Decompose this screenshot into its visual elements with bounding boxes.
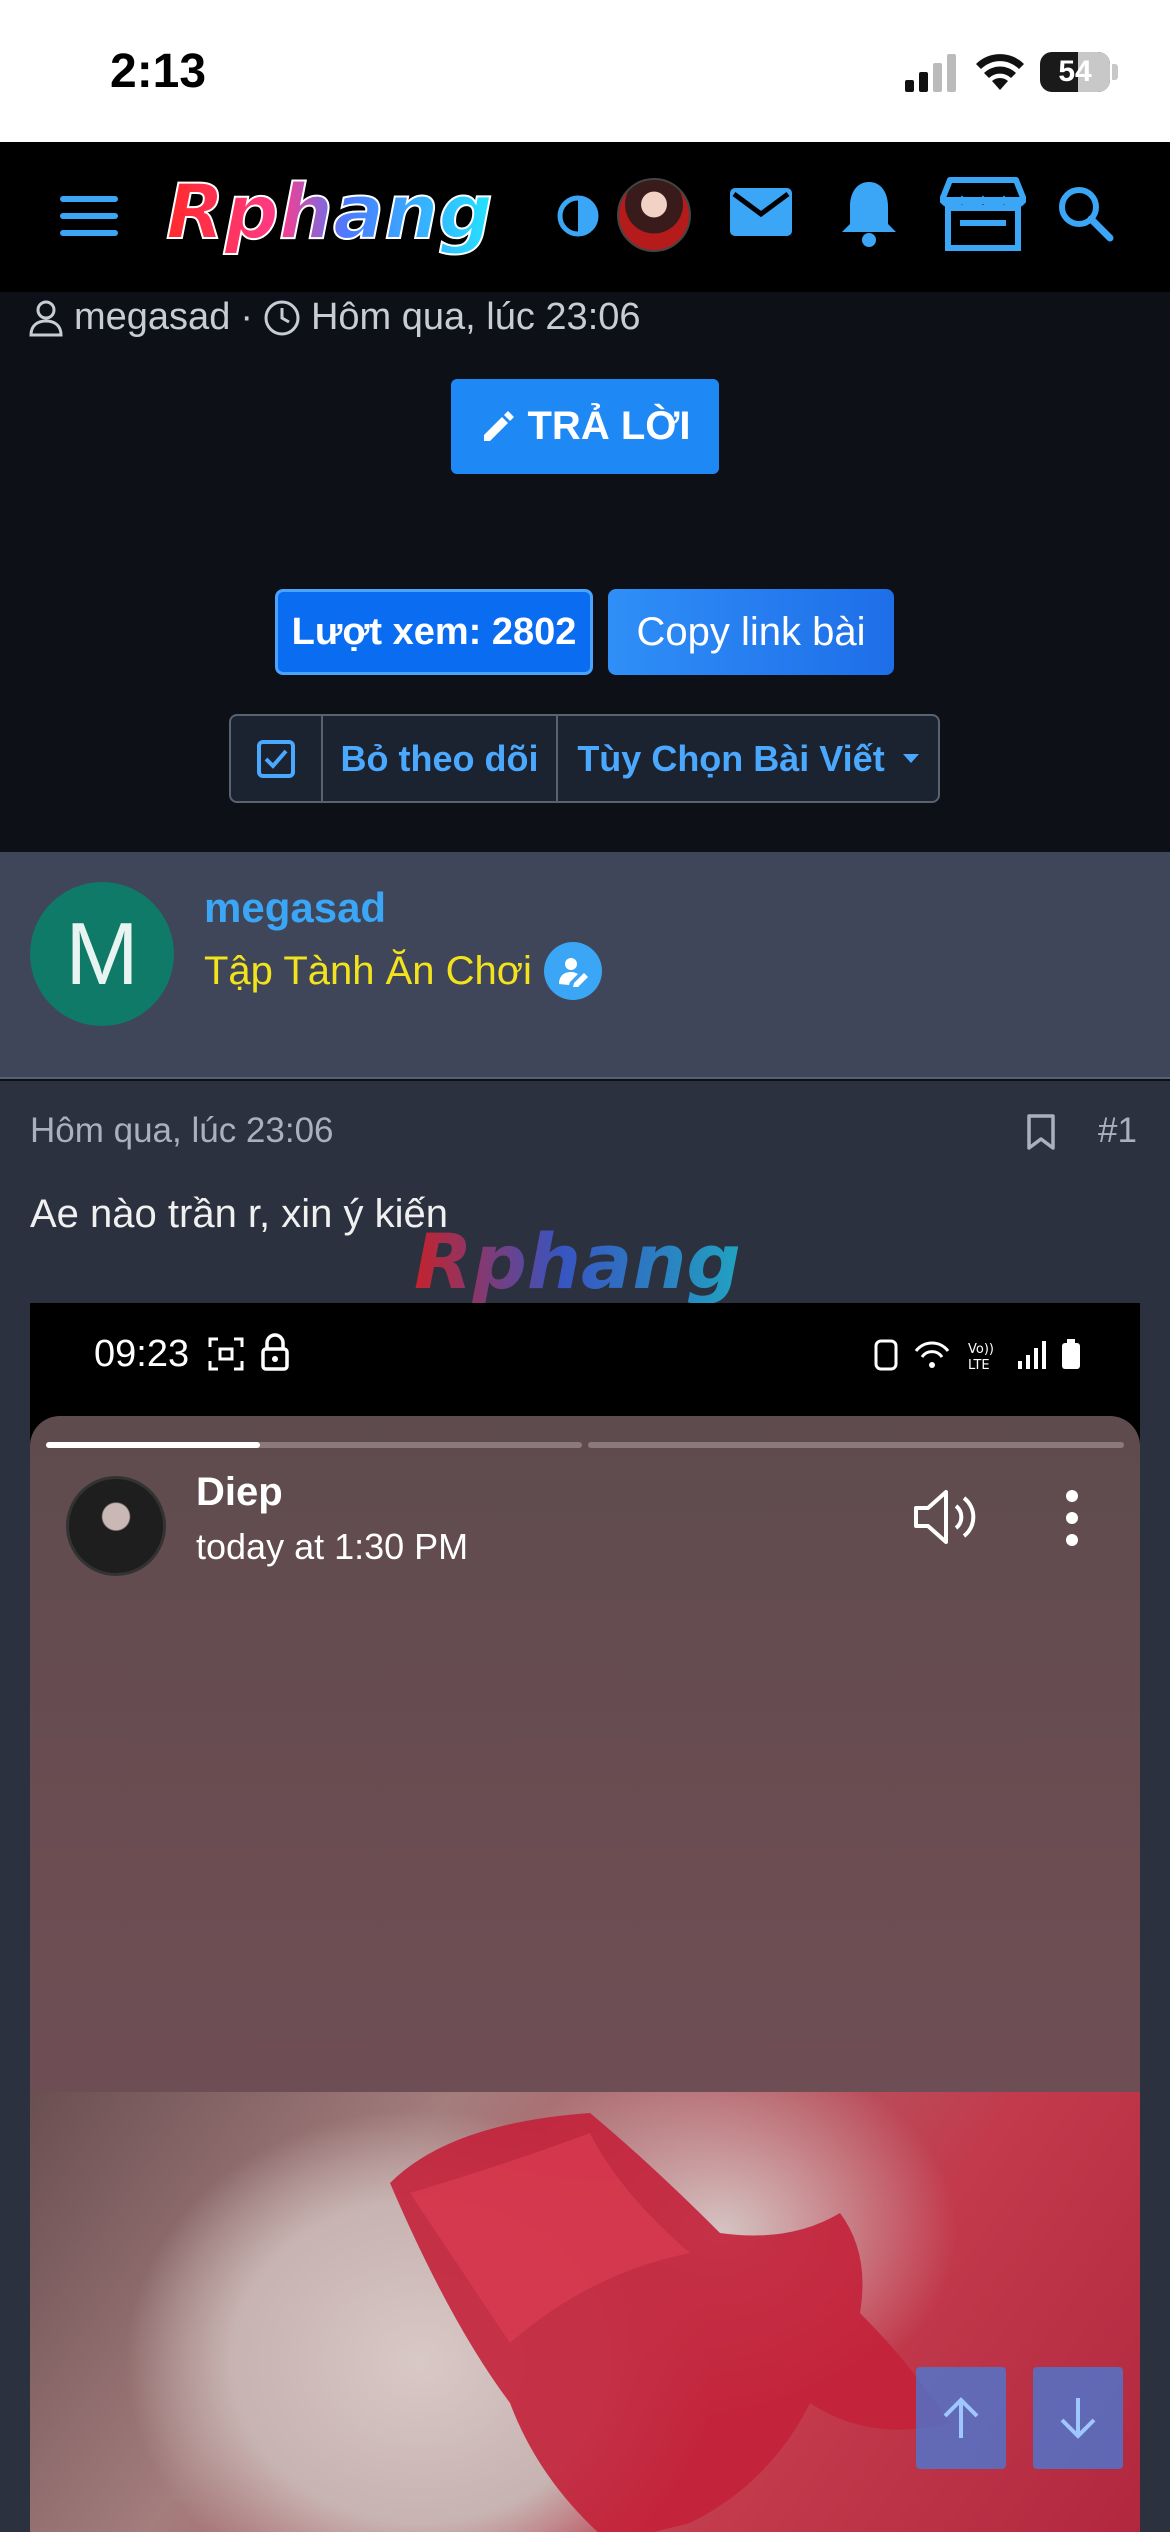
author-name[interactable]: megasad bbox=[204, 884, 386, 932]
arrow-down-icon bbox=[1060, 2398, 1096, 2439]
menu-icon[interactable] bbox=[60, 194, 120, 238]
story-user-name: Diep bbox=[196, 1470, 283, 1514]
story-time: today at 1:30 PM bbox=[196, 1526, 469, 1567]
embedded-status-icons: Vo)) LTE bbox=[874, 1339, 1080, 1373]
battery-icon: 54 bbox=[1040, 52, 1110, 92]
status-bar: 2:13 54 bbox=[0, 0, 1170, 142]
svg-text:Vo)): Vo)) bbox=[968, 1342, 994, 1357]
site-logo[interactable]: Rphang bbox=[160, 160, 510, 270]
post-number[interactable]: #1 bbox=[1098, 1111, 1137, 1151]
unfollow-label: Bỏ theo dõi bbox=[340, 737, 539, 779]
attached-image[interactable]: 09:23 Vo)) LTE Diep today at 1:30 PM bbox=[30, 1303, 1140, 2532]
embedded-status-bar: 09:23 Vo)) LTE bbox=[30, 1303, 1140, 1418]
search-icon[interactable] bbox=[1056, 184, 1114, 242]
copy-link-button[interactable]: Copy link bài bbox=[608, 589, 894, 675]
post-options-label: Tùy Chọn Bài Viết bbox=[577, 737, 885, 779]
contrast-icon[interactable] bbox=[556, 194, 600, 238]
store-icon[interactable] bbox=[940, 176, 1026, 252]
embedded-time: 09:23 bbox=[94, 1333, 190, 1375]
user-icon bbox=[29, 300, 63, 336]
lock-icon bbox=[261, 1333, 289, 1371]
thread-actions-group: Bỏ theo dõi Tùy Chọn Bài Viết bbox=[229, 714, 940, 803]
bell-icon[interactable] bbox=[840, 178, 898, 248]
user-avatar[interactable] bbox=[617, 178, 691, 252]
story-progress-2 bbox=[588, 1442, 1124, 1448]
checkbox-icon bbox=[257, 739, 295, 778]
scroll-down-button[interactable] bbox=[1033, 2367, 1123, 2469]
status-time: 2:13 bbox=[110, 45, 207, 98]
post-text: Ae nào trần r, xin ý kiến bbox=[30, 1192, 449, 1236]
more-options-icon bbox=[1066, 1490, 1078, 1546]
volume-icon bbox=[914, 1490, 976, 1544]
wifi-icon bbox=[976, 54, 1024, 90]
svg-text:Rphang: Rphang bbox=[166, 167, 493, 256]
bookmark-icon[interactable] bbox=[1025, 1113, 1057, 1151]
verified-badge-icon bbox=[543, 942, 602, 1000]
post-options-dropdown[interactable]: Tùy Chọn Bài Viết bbox=[558, 716, 938, 801]
author-title: Tập Tành Ăn Chơi bbox=[204, 948, 532, 993]
svg-text:LTE: LTE bbox=[968, 1358, 990, 1373]
story-progress-1 bbox=[46, 1442, 582, 1448]
thread-meta: megasad · Hôm qua, lúc 23:06 bbox=[28, 296, 641, 339]
scroll-up-button[interactable] bbox=[916, 2367, 1006, 2469]
view-count-button[interactable]: Lượt xem: 2802 bbox=[275, 589, 593, 675]
mail-icon[interactable] bbox=[728, 184, 794, 240]
story-avatar bbox=[66, 1476, 166, 1576]
thread-author[interactable]: megasad bbox=[74, 296, 230, 339]
reply-button[interactable]: TRẢ LỜI bbox=[451, 379, 719, 474]
select-checkbox[interactable] bbox=[231, 716, 323, 801]
author-avatar[interactable]: M bbox=[30, 882, 174, 1026]
caret-down-icon bbox=[902, 753, 919, 763]
author-title-row: Tập Tành Ăn Chơi bbox=[204, 942, 602, 1000]
pencil-icon bbox=[483, 410, 514, 441]
meta-separator: · bbox=[240, 296, 253, 338]
arrow-up-icon bbox=[943, 2397, 979, 2438]
post-date[interactable]: Hôm qua, lúc 23:06 bbox=[30, 1111, 334, 1151]
thread-time: Hôm qua, lúc 23:06 bbox=[310, 296, 641, 338]
svg-text:Rphang: Rphang bbox=[414, 1217, 741, 1306]
cellular-signal-icon bbox=[905, 54, 956, 92]
battery-percent: 54 bbox=[1058, 55, 1092, 88]
clock-icon bbox=[264, 300, 300, 335]
reply-label: TRẢ LỜI bbox=[527, 404, 691, 448]
unfollow-button[interactable]: Bỏ theo dõi bbox=[323, 716, 558, 801]
logo-watermark: Rphang bbox=[414, 1217, 741, 1306]
screenshot-icon bbox=[208, 1337, 244, 1371]
